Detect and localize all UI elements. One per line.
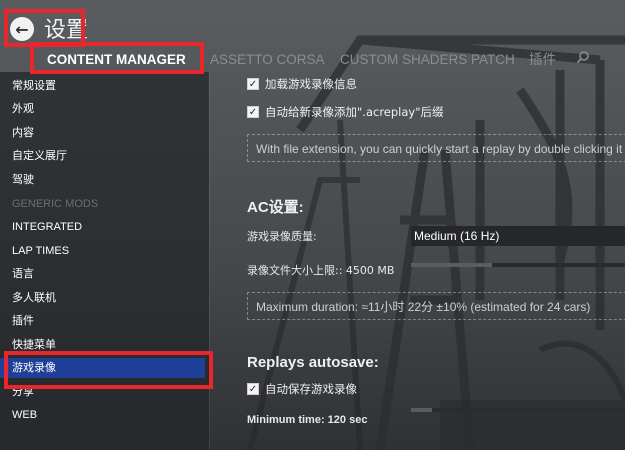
replays-settings-panel: ✓ 加载游戏录像信息 ✓ 自动给新录像添加".acreplay"后缀 With …	[210, 72, 625, 450]
autosave-checkbox[interactable]: ✓ 自动保存游戏录像	[247, 381, 357, 397]
checkbox-checked-icon[interactable]: ✓	[247, 78, 259, 90]
sidebar-item-web[interactable]: WEB	[0, 405, 205, 425]
sidebar-group-generic-mods: GENERIC MODS	[12, 198, 99, 210]
sidebar-item-appearance[interactable]: 外观	[0, 99, 205, 119]
checkbox-label: 加载游戏录像信息	[265, 77, 357, 91]
search-icon[interactable]	[575, 50, 591, 66]
back-arrow-icon[interactable]: ←	[10, 17, 34, 41]
min-time-label: Minimum time: 120 sec	[247, 414, 368, 426]
sidebar-item-plugins[interactable]: 插件	[0, 311, 205, 331]
sidebar-item-content[interactable]: 内容	[0, 123, 205, 143]
sidebar-item-custom-showroom[interactable]: 自定义展厅	[0, 146, 205, 166]
page-title: 设置	[44, 18, 89, 43]
sidebar-item-language[interactable]: 语言	[0, 264, 205, 284]
tab-custom-shaders-patch[interactable]: CUSTOM SHADERS PATCH	[340, 50, 515, 70]
replay-quality-label: 游戏录像质量:	[247, 230, 317, 243]
checkbox-checked-icon[interactable]: ✓	[247, 383, 259, 395]
tab-plugins[interactable]: 插件	[529, 50, 556, 70]
sidebar-item-integrated[interactable]: INTEGRATED	[0, 217, 205, 237]
sidebar-item-drive[interactable]: 驾驶	[0, 170, 205, 190]
sidebar-item-online[interactable]: 多人联机	[0, 288, 205, 308]
sidebar-item-lap-times[interactable]: LAP TIMES	[0, 241, 205, 261]
sidebar-item-general[interactable]: 常规设置	[0, 76, 205, 96]
autosave-heading: Replays autosave:	[247, 354, 379, 371]
load-replay-info-checkbox[interactable]: ✓ 加载游戏录像信息	[247, 76, 357, 92]
checkbox-label: 自动给新录像添加".acreplay"后缀	[265, 105, 444, 119]
auto-add-extension-checkbox[interactable]: ✓ 自动给新录像添加".acreplay"后缀	[247, 104, 444, 120]
extension-info-text: With file extension, you can quickly sta…	[247, 134, 625, 162]
checkbox-label: 自动保存游戏录像	[265, 382, 357, 396]
replay-quality-select[interactable]: Medium (16 Hz)	[411, 226, 625, 246]
settings-tabs: CONTENT MANAGER ASSETTO CORSA CUSTOM SHA…	[0, 50, 625, 70]
max-size-label: 录像文件大小上限:: 4500 MB	[247, 264, 395, 277]
slider-fill	[411, 408, 433, 412]
checkbox-checked-icon[interactable]: ✓	[247, 106, 259, 118]
sidebar-item-replays[interactable]: 游戏录像	[0, 358, 205, 378]
slider-fill	[411, 263, 493, 267]
sidebar-item-sharing[interactable]: 分享	[0, 382, 205, 402]
ac-settings-heading: AC设置:	[247, 199, 304, 216]
settings-sidebar: 常规设置 外观 内容 自定义展厅 驾驶 GENERIC MODS INTEGRA…	[0, 72, 209, 450]
duration-info-text: Maximum duration: ≈11小时 22分 ±10% (estima…	[247, 292, 625, 320]
min-time-slider[interactable]	[411, 408, 625, 412]
max-size-slider[interactable]	[411, 263, 625, 267]
tab-assetto-corsa[interactable]: ASSETTO CORSA	[210, 50, 325, 70]
sidebar-item-quick-menu[interactable]: 快捷菜单	[0, 335, 205, 355]
tab-content-manager[interactable]: CONTENT MANAGER	[47, 50, 186, 70]
